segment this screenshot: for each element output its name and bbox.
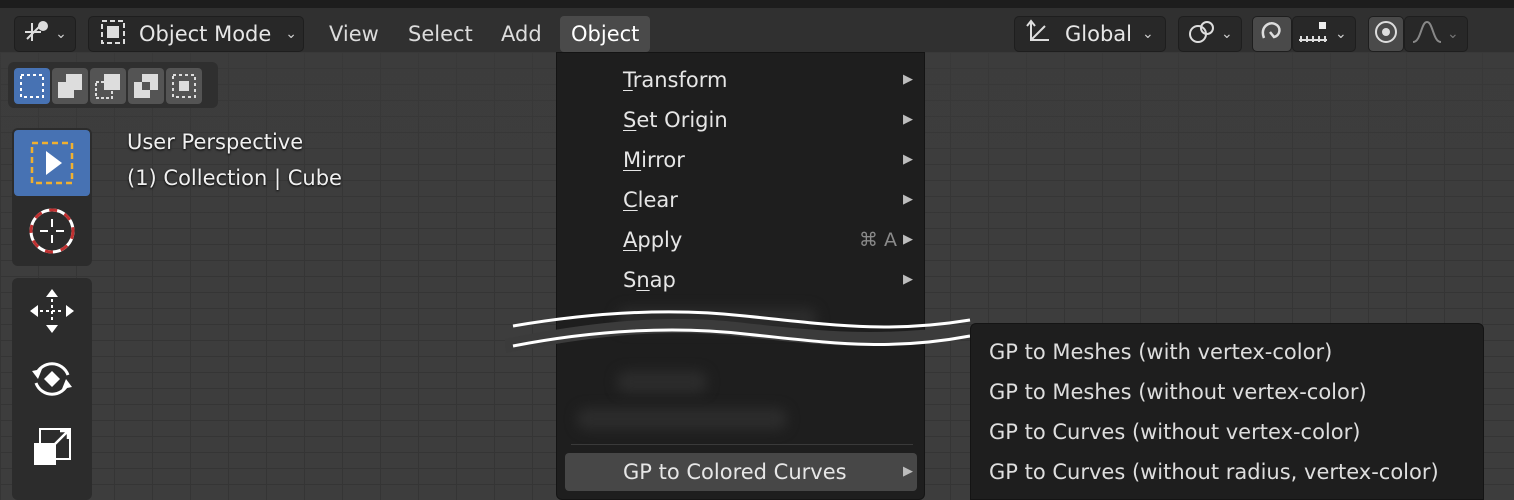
menu-item-label: ransform [632, 68, 728, 92]
tool-rotate[interactable] [14, 346, 90, 412]
object-mode-label: Object Mode [139, 22, 272, 46]
tool-select-box[interactable] [14, 130, 90, 196]
submenu-arrow-icon: ▶ [903, 72, 913, 87]
proportional-edit-toggle[interactable] [1368, 16, 1404, 52]
menu-add[interactable]: Add [490, 16, 553, 52]
submenu-item-curves-without-radius-color[interactable]: GP to Curves (without radius, vertex-col… [989, 452, 1439, 492]
tool-scale[interactable] [14, 414, 90, 480]
toolbar-group-transform [12, 278, 92, 500]
object-mode-icon [99, 18, 127, 51]
menu-object[interactable]: Object [560, 16, 651, 52]
snap-icon [1258, 18, 1286, 51]
accel-letter: C [623, 188, 638, 212]
perspective-label: User Perspective [127, 130, 304, 154]
tool-cursor[interactable] [14, 198, 90, 264]
menu-item-mirror[interactable]: Mirror ▶ [565, 141, 917, 179]
select-extend-icon [58, 74, 82, 98]
submenu-item-meshes-without-color[interactable]: GP to Meshes (without vertex-color) [989, 372, 1367, 412]
chevron-down-icon: ⌄ [55, 26, 67, 42]
select-new-icon [20, 74, 44, 98]
collection-label: (1) Collection | Cube [127, 166, 342, 190]
chevron-down-icon: ⌄ [1335, 26, 1347, 42]
menu-item-label-prefix: S [623, 268, 637, 292]
menu-item-snap[interactable]: Snap ▶ [565, 261, 917, 299]
scale-icon [34, 428, 71, 465]
accel-letter: T [623, 68, 633, 92]
select-subtract-icon [95, 74, 120, 99]
object-mode-dropdown[interactable]: Object Mode ⌄ [88, 16, 304, 52]
select-invert-icon [134, 74, 158, 98]
select-extend-button[interactable] [52, 68, 88, 104]
submenu-arrow-icon: ▶ [903, 272, 913, 287]
chevron-down-icon: ⌄ [1221, 26, 1233, 42]
chevron-down-icon: ⌄ [1142, 26, 1154, 42]
toolbar-group-select [12, 128, 92, 266]
viewport-header: ⌄ Object Mode ⌄ View Select Add Object G… [0, 0, 1514, 52]
select-box-icon [30, 141, 74, 185]
accel-letter: A [623, 228, 638, 252]
select-invert-button[interactable] [128, 68, 164, 104]
accel-letter: S [623, 108, 637, 132]
blurred-menu-region [577, 408, 787, 430]
shortcut-hint: ⌘ A [858, 229, 897, 251]
cursor-icon [29, 208, 75, 254]
blurred-menu-region [617, 371, 707, 393]
snap-toggle[interactable] [1252, 16, 1292, 52]
editor-type-icon [23, 19, 51, 50]
menu-item-transform[interactable]: Transform ▶ [565, 61, 917, 99]
accel-letter: M [623, 148, 642, 172]
transform-orientation-dropdown[interactable]: Global ⌄ [1014, 16, 1166, 52]
submenu-item-meshes-with-color[interactable]: GP to Meshes (with vertex-color) [989, 332, 1332, 372]
select-new-button[interactable] [14, 68, 50, 104]
selection-mode-strip [8, 62, 218, 108]
select-subtract-button[interactable] [90, 68, 126, 104]
menu-item-clear[interactable]: Clear ▶ [565, 181, 917, 219]
chevron-down-icon: ⌄ [1447, 26, 1459, 42]
menu-separator [571, 444, 913, 445]
proportional-falloff-dropdown[interactable]: ⌄ [1404, 16, 1468, 52]
object-menu: Transform ▶ Set Origin ▶ Mirror ▶ Clear ▶ Ap… [556, 52, 925, 500]
snap-target-dropdown[interactable]: ⌄ [1292, 16, 1356, 52]
submenu-arrow-icon: ▶ [903, 152, 913, 167]
menu-select[interactable]: Select [397, 16, 484, 52]
menu-item-label: ap [649, 268, 676, 292]
submenu-arrow-icon: ▶ [903, 112, 913, 127]
move-icon [30, 289, 74, 333]
menu-item-label: irror [641, 148, 685, 172]
cut-indicator [505, 310, 971, 353]
submenu-item-curves-without-color[interactable]: GP to Curves (without vertex-color) [989, 412, 1360, 452]
pivot-point-dropdown[interactable]: ⌄ [1178, 16, 1242, 52]
accel-letter: n [636, 268, 650, 292]
chevron-down-icon: ⌄ [285, 26, 298, 42]
submenu-arrow-icon: ▶ [903, 232, 913, 247]
gp-colored-curves-submenu: GP to Meshes (with vertex-color) GP to M… [970, 323, 1484, 500]
tool-move[interactable] [14, 278, 90, 344]
menu-item-label: lear [637, 188, 678, 212]
submenu-arrow-icon: ▶ [903, 464, 913, 479]
pivot-icon [1187, 18, 1217, 51]
snap-increment-icon [1297, 18, 1331, 51]
transform-orientation-icon [1025, 18, 1053, 51]
menu-item-label: GP to Colored Curves [623, 460, 847, 484]
proportional-edit-icon [1373, 19, 1399, 50]
orientation-label: Global [1065, 22, 1132, 46]
select-intersect-button[interactable] [166, 68, 202, 104]
editor-type-button[interactable]: ⌄ [14, 16, 76, 52]
menu-item-gp-to-colored-curves[interactable]: GP to Colored Curves ▶ [565, 453, 917, 491]
menu-item-label: pply [637, 228, 683, 252]
menu-view[interactable]: View [318, 16, 390, 52]
menu-item-apply[interactable]: Apply ⌘ A ▶ [565, 221, 917, 259]
rotate-icon [32, 362, 72, 396]
select-intersect-icon [172, 74, 196, 98]
menu-item-label: et Origin [636, 108, 728, 132]
falloff-icon [1411, 18, 1443, 51]
menu-item-set-origin[interactable]: Set Origin ▶ [565, 101, 917, 139]
submenu-arrow-icon: ▶ [903, 192, 913, 207]
